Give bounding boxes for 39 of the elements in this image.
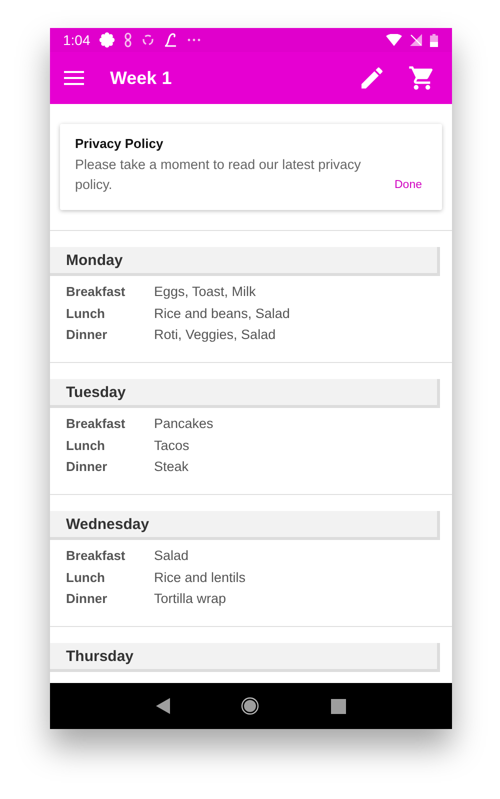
meal-items: Tacos xyxy=(154,436,190,454)
notice-title: Privacy Policy xyxy=(75,136,164,151)
meal-label: Lunch xyxy=(66,304,106,322)
status-time: 1:04 xyxy=(63,32,90,48)
menu-icon xyxy=(64,71,84,85)
meal-items: Eggs, Toast, Milk xyxy=(154,283,257,300)
meal-label: Breakfast xyxy=(66,283,126,300)
done-button[interactable]: Done xyxy=(394,179,422,191)
flower-icon xyxy=(99,32,116,48)
script-icon xyxy=(164,32,178,48)
home-icon[interactable] xyxy=(241,697,260,715)
meal-label: Dinner xyxy=(66,326,108,344)
battery-icon xyxy=(430,34,438,46)
meal-label: Dinner xyxy=(66,458,108,476)
meal-items: Salad xyxy=(154,547,190,564)
wifi-icon xyxy=(386,34,402,46)
day-header: Monday xyxy=(50,247,440,276)
meal-items: Roti, Veggies, Salad xyxy=(154,326,277,344)
chain-icon xyxy=(124,32,132,48)
recents-icon[interactable] xyxy=(331,698,346,714)
screen-title: Week 1 xyxy=(110,68,173,88)
meal-items: Rice and beans, Salad xyxy=(154,304,291,322)
day-header: Tuesday xyxy=(50,379,440,408)
meal-items: Steak xyxy=(154,458,190,476)
meal-items: Tortilla wrap xyxy=(154,590,228,608)
meal-label: Dinner xyxy=(66,590,108,608)
meal-label: Lunch xyxy=(66,568,106,586)
meal-label: Breakfast xyxy=(66,547,126,564)
sync-icon xyxy=(141,33,156,47)
meal-items: Pancakes xyxy=(154,415,214,432)
day-header: Wednesday xyxy=(50,511,440,540)
meal-label: Lunch xyxy=(66,436,106,454)
back-icon[interactable] xyxy=(156,698,170,714)
more-icon xyxy=(187,38,202,42)
meal-label: Breakfast xyxy=(66,415,126,432)
signal-icon xyxy=(410,34,422,46)
meal-items: Rice and lentils xyxy=(154,568,247,586)
notice-message: Please take a moment to read our latest privacy policy. xyxy=(75,156,362,194)
day-header: Thursday xyxy=(50,643,440,672)
